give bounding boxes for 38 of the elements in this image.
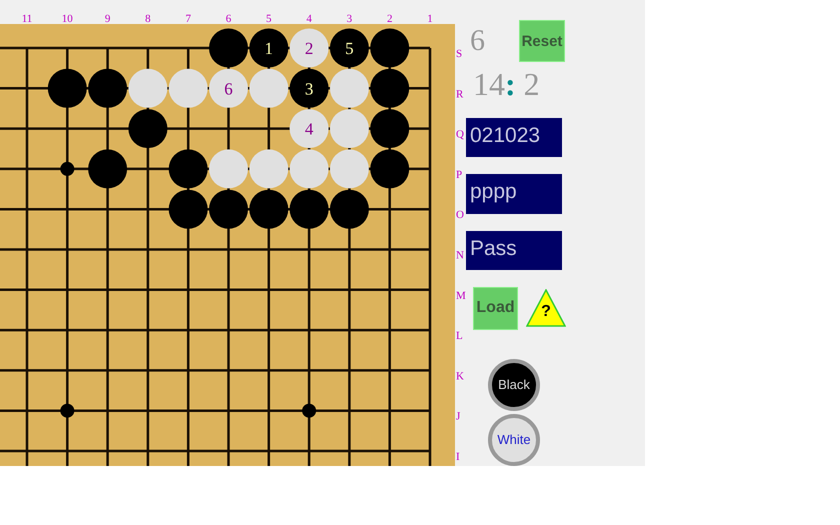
row-label: K xyxy=(456,370,464,382)
text-field[interactable]: 021023 xyxy=(466,118,562,158)
column-label: 10 xyxy=(62,13,73,25)
move-number: 6 xyxy=(224,79,233,98)
move-count: 6 xyxy=(470,24,486,58)
move-number: 3 xyxy=(304,79,314,98)
color-button[interactable]: Black xyxy=(488,358,540,411)
help-icon[interactable]: ? xyxy=(526,289,566,328)
column-label: 8 xyxy=(145,13,151,25)
load-button[interactable]: Load xyxy=(473,286,518,330)
reset-button[interactable]: Reset xyxy=(519,20,565,62)
move-number: 1 xyxy=(264,39,274,58)
row-label: I xyxy=(456,451,460,463)
row-label: N xyxy=(456,250,464,262)
row-label: M xyxy=(456,290,466,302)
move-number: 2 xyxy=(304,39,314,58)
column-label: 2 xyxy=(386,13,392,25)
text-field[interactable]: pppp xyxy=(466,174,562,214)
row-label: L xyxy=(456,330,463,342)
score: 14: 2 xyxy=(473,65,540,104)
column-label: 6 xyxy=(226,13,232,25)
column-label: 4 xyxy=(306,13,312,25)
row-label: P xyxy=(456,168,462,181)
row-label: R xyxy=(456,88,464,100)
row-label: O xyxy=(456,209,464,222)
row-label: S xyxy=(456,48,462,60)
color-button[interactable]: White xyxy=(488,414,540,466)
row-label: Q xyxy=(456,128,464,141)
text-field[interactable]: Pass xyxy=(466,230,562,270)
move-number: 5 xyxy=(345,39,354,58)
column-label: 7 xyxy=(185,13,191,25)
move-number: 4 xyxy=(304,120,314,139)
column-label: 5 xyxy=(266,13,272,25)
column-label: 9 xyxy=(104,13,110,25)
column-label: 11 xyxy=(22,13,32,25)
column-label: 1 xyxy=(427,13,433,25)
row-label: J xyxy=(456,410,460,423)
column-label: 3 xyxy=(346,13,352,25)
